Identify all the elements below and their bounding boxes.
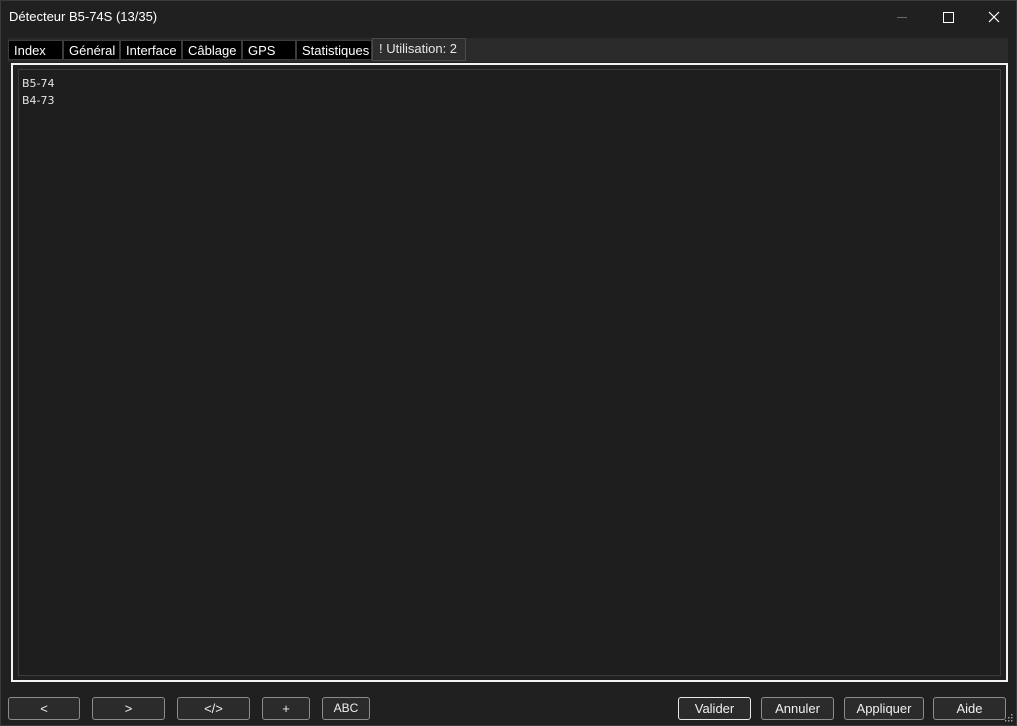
detector-properties-window: Détecteur B5-74S (13/35) Index Général I… — [0, 0, 1017, 726]
close-icon — [988, 11, 1000, 23]
list-item[interactable]: B5-74 — [22, 75, 997, 92]
code-button[interactable]: </> — [177, 697, 250, 720]
close-button[interactable] — [971, 1, 1017, 33]
tab-strip: Index Général Interface Câblage GPS Stat… — [8, 38, 1008, 62]
previous-button[interactable]: < — [8, 697, 80, 720]
usage-list[interactable]: B5-74 B4-73 — [18, 69, 1001, 676]
tab-statistics[interactable]: Statistiques — [296, 40, 372, 60]
minimize-icon — [897, 16, 907, 18]
title-bar[interactable]: Détecteur B5-74S (13/35) — [1, 1, 1016, 33]
list-item[interactable]: B4-73 — [22, 92, 997, 109]
window-title: Détecteur B5-74S (13/35) — [9, 9, 158, 24]
add-button[interactable]: + — [262, 697, 310, 720]
tab-usage[interactable]: ! Utilisation: 2 — [372, 38, 466, 61]
resize-grip-icon[interactable] — [1004, 713, 1013, 722]
maximize-icon — [942, 11, 954, 23]
apply-button[interactable]: Appliquer — [844, 697, 924, 720]
tab-gps[interactable]: GPS — [242, 40, 296, 60]
tab-cabling[interactable]: Câblage — [182, 40, 242, 60]
validate-button[interactable]: Valider — [678, 697, 751, 720]
abc-button[interactable]: ABC — [322, 697, 370, 720]
tab-interface[interactable]: Interface — [120, 40, 182, 60]
minimize-button[interactable] — [879, 1, 925, 33]
tab-content-panel: B5-74 B4-73 — [11, 63, 1008, 682]
maximize-button[interactable] — [925, 1, 971, 33]
next-button[interactable]: > — [92, 697, 165, 720]
tab-index[interactable]: Index — [8, 40, 63, 60]
tab-general[interactable]: Général — [63, 40, 120, 60]
cancel-button[interactable]: Annuler — [761, 697, 834, 720]
help-button[interactable]: Aide — [933, 697, 1006, 720]
